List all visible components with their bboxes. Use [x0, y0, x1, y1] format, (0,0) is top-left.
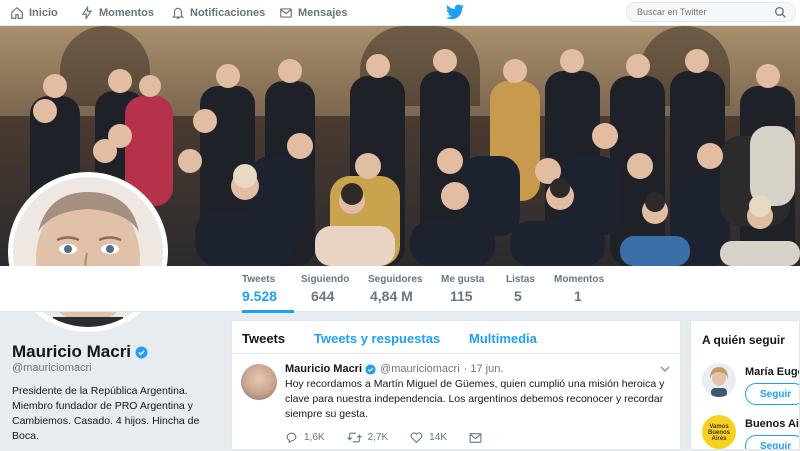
tab-media[interactable]: Multimedia — [469, 331, 537, 346]
tweet-date[interactable]: · 17 jun. — [464, 363, 504, 375]
profile-name-row: Mauricio Macri — [12, 342, 148, 362]
suggested-user-avatar[interactable] — [702, 363, 736, 397]
stat-moments[interactable]: Momentos 1 — [554, 274, 604, 304]
nav-moments-label: Momentos — [99, 7, 154, 19]
tweet-item[interactable]: Mauricio Macri @mauriciomacri · 17 jun. … — [232, 355, 682, 451]
follow-button[interactable]: Seguir — [745, 435, 799, 449]
retweet-count: 2,7K — [367, 432, 389, 443]
timeline-panel: Tweets Tweets y respuestas Multimedia Ma… — [231, 320, 682, 451]
bell-icon — [171, 7, 185, 19]
stat-label: Tweets — [242, 274, 276, 285]
verified-badge-icon — [365, 363, 376, 375]
profile-stats-bar: Tweets 9.528 Siguiendo 644 Seguidores 4,… — [0, 266, 800, 313]
reply-button[interactable]: 1,6K — [285, 431, 325, 444]
buenos-aires-logo-text: Vamos Buenos Aires — [707, 424, 730, 442]
nav-messages[interactable]: Mensajes — [279, 4, 348, 22]
who-to-follow-panel: A quién seguir María Eugenia Seguir Vamo… — [690, 320, 800, 450]
tweet-actions: 1,6K 2,7K 14K — [285, 431, 510, 444]
tab-tweets[interactable]: Tweets — [242, 331, 285, 346]
stat-label: Seguidores — [368, 274, 423, 285]
timeline-tabs: Tweets Tweets y respuestas Multimedia — [232, 321, 682, 354]
suggested-user-name[interactable]: María Eugenia — [745, 366, 799, 378]
nav-notifications[interactable]: Notificaciones — [171, 4, 265, 22]
stat-following[interactable]: Siguiendo 644 — [301, 274, 349, 304]
profile-name[interactable]: Mauricio Macri — [12, 342, 131, 362]
stat-value: 5 — [514, 288, 522, 304]
tweet-author-handle[interactable]: @mauriciomacri — [380, 363, 460, 375]
chevron-down-icon[interactable] — [660, 365, 670, 373]
tweet-header: Mauricio Macri @mauriciomacri · 17 jun. — [285, 363, 503, 375]
who-to-follow-title: A quién seguir — [702, 333, 785, 347]
like-button[interactable]: 14K — [410, 431, 447, 444]
stat-value: 4,84 M — [370, 288, 413, 304]
stat-value: 115 — [450, 288, 473, 304]
retweet-button[interactable]: 2,7K — [346, 431, 389, 444]
twitter-bird-logo-icon[interactable] — [446, 4, 464, 20]
top-navigation-bar: Inicio Momentos Notificaciones Mensajes — [0, 0, 800, 26]
tweet-text: Hoy recordamos a Martín Miguel de Güemes… — [285, 378, 665, 420]
envelope-icon — [469, 432, 482, 443]
profile-card: Mauricio Macri @mauriciomacri Presidente… — [0, 312, 230, 450]
envelope-icon — [280, 8, 292, 18]
tweet-author-name[interactable]: Mauricio Macri — [285, 363, 362, 375]
direct-message-button[interactable] — [469, 432, 488, 444]
like-count: 14K — [429, 432, 447, 443]
stat-followers[interactable]: Seguidores 4,84 M — [368, 274, 422, 304]
tab-tweets-and-replies[interactable]: Tweets y respuestas — [314, 331, 440, 346]
retweet-icon — [346, 432, 362, 443]
stat-likes[interactable]: Me gusta 115 — [441, 274, 484, 304]
nav-moments[interactable]: Momentos — [80, 4, 154, 22]
stat-label: Me gusta — [441, 274, 485, 285]
profile-bio: Presidente de la República Argentina. Mi… — [12, 385, 200, 442]
verified-badge-icon — [135, 346, 148, 358]
stat-label: Siguiendo — [301, 274, 350, 285]
stat-label: Momentos — [554, 274, 604, 285]
stat-label: Listas — [506, 274, 535, 285]
reply-icon — [286, 432, 297, 444]
reply-count: 1,6K — [304, 432, 325, 443]
stat-value: 1 — [574, 288, 582, 304]
suggested-user-avatar[interactable]: Vamos Buenos Aires — [702, 415, 736, 449]
stat-value: 644 — [311, 288, 335, 304]
lightning-icon — [81, 6, 93, 20]
suggested-user-name[interactable]: Buenos Aires — [745, 418, 799, 430]
stat-lists[interactable]: Listas 5 — [506, 274, 535, 304]
stat-value: 9.528 — [242, 288, 278, 304]
nav-notifications-label: Notificaciones — [190, 7, 266, 19]
tweet-avatar[interactable] — [241, 364, 277, 400]
stat-tweets[interactable]: Tweets 9.528 — [242, 274, 295, 313]
nav-messages-label: Mensajes — [298, 7, 348, 19]
follow-button[interactable]: Seguir — [745, 383, 799, 405]
profile-handle[interactable]: @mauriciomacri — [12, 362, 92, 374]
nav-home[interactable]: Inicio — [10, 4, 58, 22]
nav-home-label: Inicio — [29, 7, 58, 19]
heart-icon — [410, 432, 423, 444]
search-input[interactable] — [626, 2, 796, 22]
search-icon[interactable] — [774, 6, 787, 19]
home-icon — [11, 6, 23, 19]
